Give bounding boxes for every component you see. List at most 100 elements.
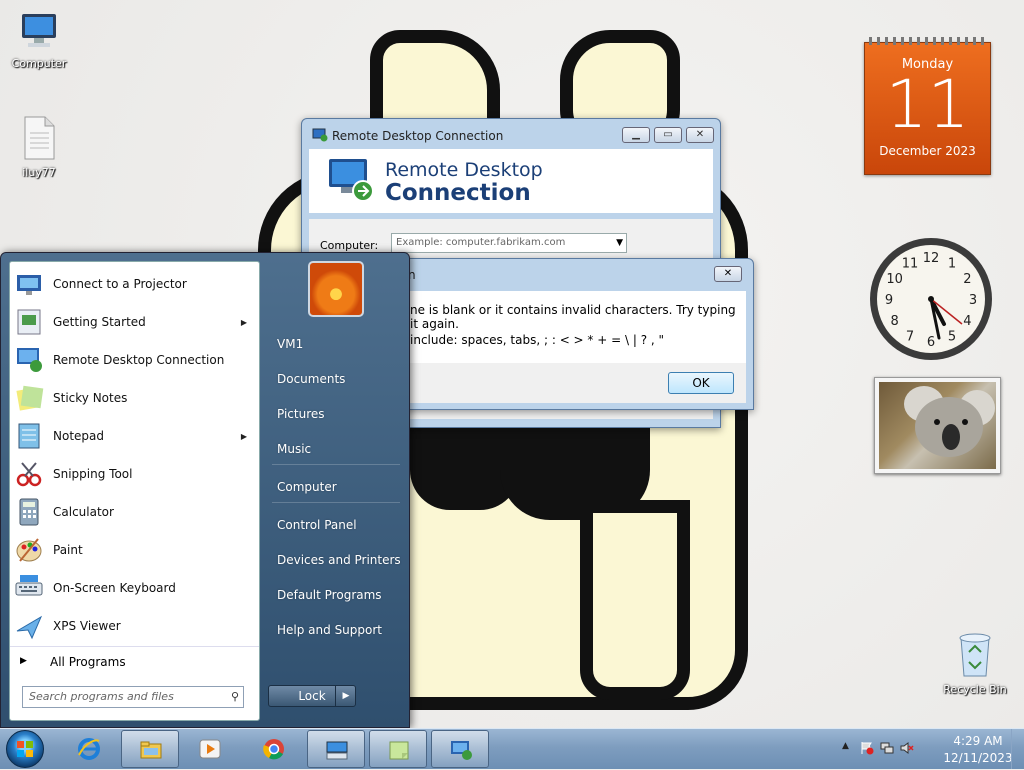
clock-date[interactable]: 12/11/2023 (942, 751, 1014, 765)
media-player-icon (199, 739, 221, 759)
taskbar-button[interactable] (307, 730, 365, 768)
action-center-flag-icon[interactable] (860, 741, 874, 755)
start-menu-place[interactable]: Music (277, 442, 311, 456)
clock-numeral: 1 (948, 257, 956, 272)
start-menu-item[interactable]: Notepad ▶ (14, 418, 255, 454)
projector-icon (17, 275, 41, 295)
xps-viewer-icon (16, 615, 43, 640)
clock-numeral: 8 (890, 314, 898, 329)
triangle-right-icon: ▶ (20, 656, 27, 666)
shutdown-options-arrow-icon[interactable]: ▶ (335, 686, 356, 706)
remote-desktop-banner: Remote Desktop Connection (309, 149, 713, 213)
all-programs-button[interactable]: ▶ All Programs (10, 646, 259, 677)
search-icon[interactable]: ⚲ (231, 687, 239, 707)
taskbar-button[interactable] (245, 730, 303, 768)
calendar-day: 11 (885, 66, 970, 143)
start-menu-item-label: XPS Viewer (53, 619, 121, 633)
keyboard-icon (15, 575, 43, 596)
desktop-icon-iluy77[interactable]: iluy77 (3, 115, 75, 179)
error-dialog[interactable]: n ✕ ne is blank or it contains invalid c… (385, 258, 754, 410)
show-desktop-button[interactable] (1011, 729, 1024, 769)
taskbar-button[interactable] (181, 730, 239, 768)
close-button[interactable]: ✕ (686, 127, 714, 143)
start-menu-item[interactable]: XPS Viewer (14, 608, 255, 644)
submenu-arrow-icon[interactable]: ▶ (241, 432, 247, 441)
remote-desktop-icon (17, 348, 42, 372)
show-hidden-icons-button[interactable]: ▲ (842, 741, 849, 751)
desktop-icon-label: Recycle Bin (943, 683, 1007, 696)
computer-placeholder: Example: computer.fabrikam.com (396, 237, 566, 248)
remote-desktop-titlebar[interactable]: Remote Desktop Connection ▁ ▭ ✕ (302, 119, 720, 149)
start-menu-item[interactable]: Remote Desktop Connection (14, 342, 255, 378)
start-menu-place[interactable]: Pictures (277, 407, 325, 421)
start-menu-place[interactable]: VM1 (277, 337, 303, 351)
desktop-icon-recycle-bin[interactable]: Recycle Bin (939, 630, 1011, 696)
taskbar-button[interactable] (121, 730, 179, 768)
start-menu-item[interactable]: Calculator (14, 494, 255, 530)
koala-photo (879, 382, 996, 469)
clock-gadget[interactable]: 12 12 3 45678 9 1011 (868, 236, 994, 362)
clock-numeral: 4 (963, 314, 971, 329)
start-menu-item-label: On-Screen Keyboard (53, 581, 176, 595)
calendar-gadget[interactable]: Monday 11 December 2023 (864, 37, 991, 175)
start-menu-item[interactable]: Sticky Notes (14, 380, 255, 416)
clock-numeral: 9 (885, 293, 893, 308)
sticky-notes-icon (389, 741, 409, 760)
slideshow-gadget[interactable] (874, 377, 1001, 474)
calendar-month-year: December 2023 (879, 144, 976, 158)
dialog-close-button[interactable]: ✕ (714, 266, 742, 282)
lock-label: Lock (298, 689, 326, 703)
paint-palette-icon (16, 538, 42, 562)
start-menu-place[interactable]: Control Panel (277, 518, 357, 532)
start-menu-place[interactable]: Default Programs (277, 588, 382, 602)
text-file-icon (24, 116, 55, 160)
search-placeholder: Search programs and files (29, 690, 174, 703)
all-programs-label: All Programs (50, 655, 126, 669)
computer-combobox[interactable]: Example: computer.fabrikam.com ▼ (391, 233, 627, 253)
minimize-button[interactable]: ▁ (622, 127, 650, 143)
clock-time[interactable]: 4:29 AM (946, 734, 1010, 748)
clock-numeral: 10 (886, 272, 903, 287)
start-menu-item[interactable]: Paint (14, 532, 255, 568)
start-menu-item[interactable]: On-Screen Keyboard (14, 570, 255, 606)
windows-logo-icon (17, 741, 33, 757)
start-menu-item[interactable]: Snipping Tool (14, 456, 255, 492)
user-avatar[interactable] (308, 261, 364, 317)
clock-numeral: 11 (902, 257, 919, 272)
menu-separator (272, 502, 400, 503)
banner-line-1: Remote Desktop (385, 159, 543, 181)
submenu-arrow-icon[interactable]: ▶ (241, 318, 247, 327)
lock-button[interactable]: Lock ▶ (268, 685, 356, 707)
search-input[interactable]: Search programs and files ⚲ (22, 686, 244, 708)
notepad-icon (18, 423, 40, 449)
volume-muted-icon[interactable] (900, 741, 914, 755)
start-menu-place[interactable]: Documents (277, 372, 345, 386)
ok-button[interactable]: OK (668, 372, 734, 394)
start-menu-place[interactable]: Devices and Printers (277, 553, 401, 567)
taskbar-button[interactable] (369, 730, 427, 768)
start-button[interactable] (6, 730, 44, 768)
start-menu-item-label: Connect to a Projector (53, 277, 187, 291)
remote-desktop-logo-icon (329, 159, 374, 202)
calculator-icon (19, 498, 39, 526)
start-menu-item[interactable]: Connect to a Projector (14, 266, 255, 302)
clock-numeral: 6 (927, 335, 935, 350)
computer-icon (22, 14, 56, 47)
maximize-button[interactable]: ▭ (654, 127, 682, 143)
network-icon[interactable] (880, 741, 894, 755)
desktop-icon-computer[interactable]: Computer (3, 10, 75, 70)
notification-area: ▲ 4:29 AM 12/11/2023 (834, 729, 1024, 769)
dropdown-arrow-icon[interactable]: ▼ (616, 234, 623, 252)
start-menu-item[interactable]: Getting Started ▶ (14, 304, 255, 340)
taskbar-button[interactable] (431, 730, 489, 768)
clock-numeral: 5 (948, 329, 956, 344)
computer-label: Computer: (320, 239, 379, 252)
taskbar-button[interactable] (60, 730, 118, 768)
start-menu-item-label: Getting Started (53, 315, 146, 329)
desktop-icon-label: iluy77 (22, 166, 56, 179)
start-menu-place[interactable]: Help and Support (277, 623, 382, 637)
start-menu-item-label: Notepad (53, 429, 104, 443)
start-menu-place[interactable]: Computer (277, 480, 337, 494)
start-menu-item-label: Paint (53, 543, 83, 557)
koala-image (904, 386, 995, 457)
